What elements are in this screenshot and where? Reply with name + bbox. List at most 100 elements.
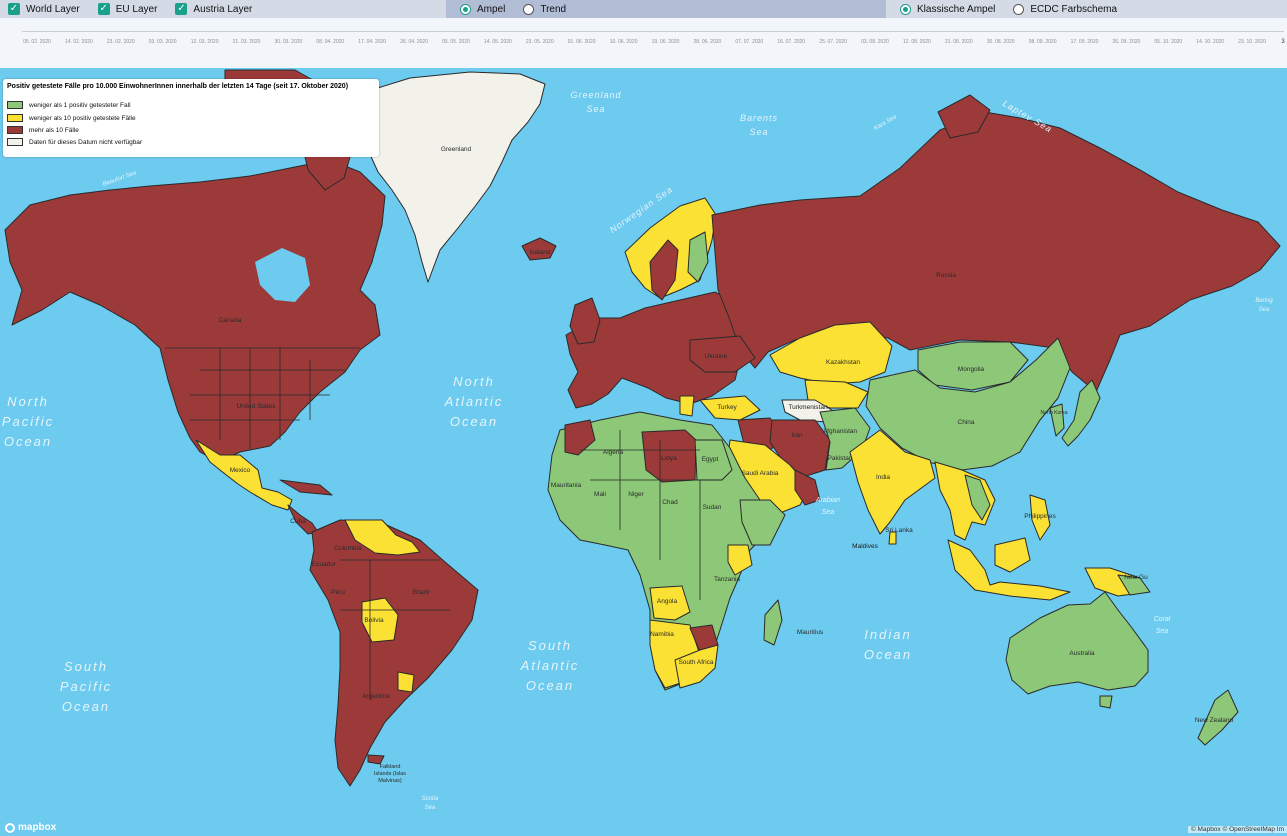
label-australia: Australia [1069,650,1095,657]
label-falklands-1: Falkland [380,764,401,770]
timeline-date-label[interactable]: 23. 05. 2020 [526,39,554,45]
label-ecuador: Ecuador [312,561,337,568]
label-maldives: Maldives [852,543,878,550]
legend-swatch [7,138,23,146]
classic-ampel-radio[interactable]: Klassische Ampel [900,3,995,15]
timeline-date-label[interactable]: 03. 08. 2020 [861,39,889,45]
timeline-date-label[interactable]: 08. 09. 2020 [1029,39,1057,45]
timeline-date-label[interactable]: 14. 10. 2020 [1196,39,1224,45]
south-pacific-label-1: South [64,659,108,674]
timeline-date-label[interactable]: 12. 03. 2020 [191,39,219,45]
south-atlantic-label-3: Ocean [526,678,574,693]
label-canada: Canada [219,317,242,324]
label-algeria: Algeria [603,449,624,456]
north-atlantic-label-2: Atlantic [444,394,504,409]
timeline-date-label[interactable]: 17. 04. 2020 [358,39,386,45]
map-attribution[interactable]: © Mapbox © OpenStreetMap Im [1187,826,1287,833]
label-falklands-2: Islands (Islas [374,771,406,777]
timeline-date-label[interactable]: 25. 07. 2020 [819,39,847,45]
world-layer-checkbox[interactable]: ✓ World Layer [8,3,80,15]
north-atlantic-label-3: Ocean [450,414,498,429]
scotia-sea-label-2: Sea [425,805,436,811]
label-india: India [876,474,890,481]
timeline-date-label[interactable]: 23. 10. 2020 [1238,39,1266,45]
greenland-sea-label-1: Greenland [570,90,621,100]
timeline-end-label: 3 [1281,39,1285,45]
label-russia: Russia [936,272,956,279]
timeline-date-label[interactable]: 05. 02. 2020 [23,39,51,45]
label-mali: Mali [594,491,606,498]
label-mexico: Mexico [230,467,251,474]
date-timeline[interactable]: 05. 02. 2020 14. 02. 2020 23. 02. 2020 03. … [0,18,1287,68]
eu-layer-checkbox[interactable]: ✓ EU Layer [97,3,157,15]
ampel-radio[interactable]: Ampel [460,3,505,15]
label-libya: Libya [661,455,677,462]
timeline-date-label[interactable]: 03. 03. 2020 [149,39,177,45]
north-atlantic-label-1: North [453,374,495,389]
checkmark-icon: ✓ [97,3,110,15]
south-atlantic-label-1: South [528,638,572,653]
label-argentina: Argentina [362,693,390,700]
label-iceland: Iceland [530,249,551,256]
world-map[interactable]: North Atlantic Ocean North Pacific Ocean… [0,68,1287,836]
north-pacific-label-1: North [7,394,49,409]
north-pacific-label-3: Ocean [4,434,52,449]
timeline-date-label[interactable]: 23. 02. 2020 [107,39,135,45]
arabian-sea-label-2: Sea [822,509,835,516]
legend-swatch [7,114,23,122]
label-united-states: United States [236,403,276,410]
label-greenland: Greenland [441,146,472,153]
south-pacific-label-3: Ocean [62,699,110,714]
timeline-date-label[interactable]: 26. 04. 2020 [400,39,428,45]
timeline-date-label[interactable]: 16. 07. 2020 [777,39,805,45]
timeline-track[interactable] [22,31,1284,32]
label-new-guinea: New Gu [1124,574,1148,581]
label-iran: Iran [791,432,803,439]
bering-sea-label-2: Sea [1259,307,1270,313]
timeline-date-label[interactable]: 01. 06. 2020 [568,39,596,45]
mapbox-logo[interactable]: mapbox [5,822,56,833]
timeline-date-label[interactable]: 30. 08. 2020 [987,39,1015,45]
coral-sea-label-2: Sea [1156,628,1169,635]
ecdc-scheme-radio[interactable]: ECDC Farbschema [1013,3,1117,15]
barents-sea-label-1: Barents [740,113,778,123]
timeline-date-label[interactable]: 19. 06. 2020 [652,39,680,45]
timeline-date-label[interactable]: 30. 03. 2020 [274,39,302,45]
label-egypt: Egypt [702,456,719,463]
timeline-date-label[interactable]: 26. 09. 2020 [1112,39,1140,45]
label-chad: Chad [662,499,678,506]
label-sri-lanka: Sri Lanka [885,527,913,534]
timeline-date-label[interactable]: 10. 06. 2020 [610,39,638,45]
timeline-date-label[interactable]: 07. 07. 2020 [735,39,763,45]
mode-radio-group: Ampel Trend [446,0,886,18]
timeline-date-label[interactable]: 12. 08. 2020 [903,39,931,45]
trend-radio[interactable]: Trend [523,3,566,15]
timeline-date-label[interactable]: 05. 05. 2020 [442,39,470,45]
timeline-date-label[interactable]: 14. 05. 2020 [484,39,512,45]
coral-sea-label-1: Coral [1154,616,1171,623]
label-kazakhstan: Kazakhstan [826,359,860,366]
uruguay [397,671,415,693]
timeline-date-label[interactable]: 08. 04. 2020 [316,39,344,45]
timeline-date-label[interactable]: 14. 02. 2020 [65,39,93,45]
arabian-sea-label-1: Arabian [815,497,840,504]
layer-toggle-group: ✓ World Layer ✓ EU Layer ✓ Austria Layer [0,0,446,18]
timeline-date-label[interactable]: 21. 03. 2020 [233,39,261,45]
label-saudi-arabia: Saudi Arabia [742,470,779,477]
label-afghanistan: Afghanistan [823,428,858,435]
legend-item-yellow: weniger als 10 positiv getestete Fälle [7,114,136,122]
label-mongolia: Mongolia [958,366,985,373]
timeline-date-label[interactable]: 05. 10. 2020 [1154,39,1182,45]
checkmark-icon: ✓ [8,3,20,15]
barents-sea-label-2: Sea [749,127,768,137]
scheme-radio-group: Klassische Ampel ECDC Farbschema [886,0,1287,18]
timeline-date-label[interactable]: 21. 08. 2020 [945,39,973,45]
timeline-date-label[interactable]: 17. 09. 2020 [1071,39,1099,45]
north-pacific-label-2: Pacific [2,414,54,429]
austria-layer-checkbox[interactable]: ✓ Austria Layer [175,3,252,15]
label-namibia: Namibia [650,631,674,638]
label-turkmenistan: Turkmenistan [788,404,828,411]
tasmania [1099,695,1113,709]
legend-item-red: mehr als 10 Fälle [7,126,79,134]
timeline-date-label[interactable]: 28. 06. 2020 [693,39,721,45]
